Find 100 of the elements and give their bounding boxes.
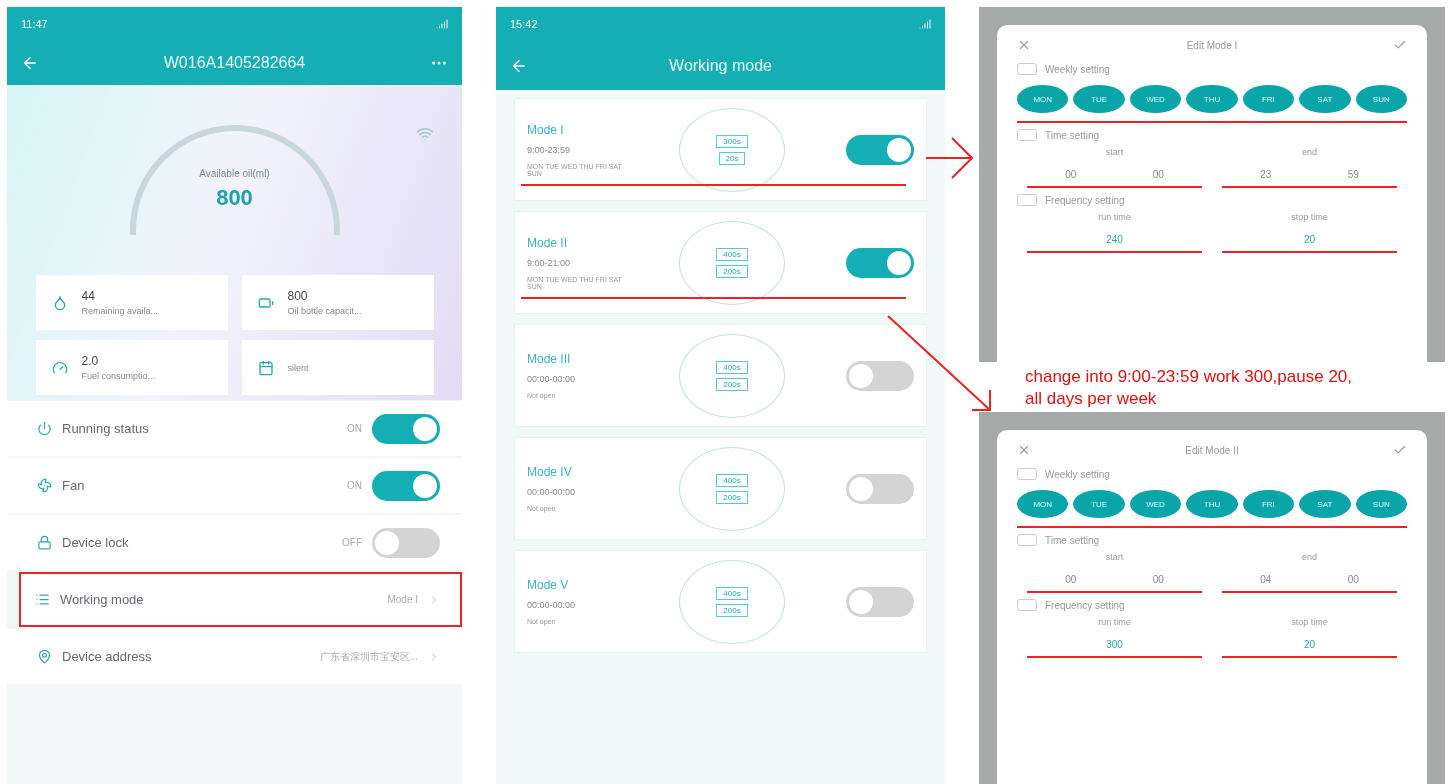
- stat-value: 44: [81, 289, 96, 303]
- toggle-switch[interactable]: [372, 413, 440, 444]
- mode-name: Mode II: [527, 235, 569, 250]
- stop-tag: 200s: [716, 490, 748, 504]
- day-chip[interactable]: MON: [1017, 490, 1069, 518]
- fan-icon: [37, 478, 52, 493]
- time-value[interactable]: 23: [1260, 169, 1272, 180]
- confirm-icon[interactable]: [1393, 443, 1407, 457]
- section-label: Frequency setting: [1045, 599, 1125, 611]
- time-value[interactable]: 04: [1260, 574, 1272, 585]
- run-time-label: run time: [1097, 617, 1132, 627]
- stat-label: Fuel consumptio...: [81, 371, 156, 381]
- toggle-switch[interactable]: [846, 247, 914, 278]
- run-tag: 400s: [716, 473, 748, 487]
- toggle-switch[interactable]: [372, 470, 440, 501]
- settings-row[interactable]: Device address 广东省深圳市宝安区...: [7, 629, 462, 684]
- stat-value: 2.0: [81, 354, 100, 368]
- mode-name: Mode V: [527, 578, 570, 592]
- mode-time: 00:00-00:00: [527, 600, 577, 610]
- toggle-switch[interactable]: [846, 473, 914, 504]
- stat-value: 800: [287, 289, 309, 303]
- settings-row[interactable]: Working mode Mode I: [19, 572, 462, 627]
- checkbox[interactable]: [1017, 194, 1037, 206]
- close-icon[interactable]: [1017, 443, 1031, 457]
- mode-name: Mode IV: [527, 465, 573, 479]
- annotation-note: change into 9:00-23:59 work 300,pause 20, all days per week: [1024, 366, 1354, 410]
- mode-name: Mode I: [527, 122, 565, 137]
- section-label: Time setting: [1045, 534, 1100, 546]
- checkbox[interactable]: [1017, 599, 1037, 611]
- mode-time: 00:00-00:00: [527, 487, 577, 497]
- toggle-switch[interactable]: [846, 360, 914, 391]
- day-chip[interactable]: THU: [1186, 85, 1238, 113]
- close-icon[interactable]: [1017, 38, 1031, 52]
- time-value[interactable]: 00: [1065, 169, 1077, 180]
- checkbox[interactable]: [1017, 129, 1037, 141]
- stat-label: Remaining availa...: [81, 306, 159, 316]
- map-pin-icon: [37, 649, 52, 664]
- day-chip[interactable]: TUE: [1073, 85, 1125, 113]
- time-value[interactable]: 59: [1347, 169, 1359, 180]
- run-tag: 400s: [716, 586, 748, 600]
- toggle-switch[interactable]: [846, 586, 914, 617]
- end-label: end: [1301, 552, 1318, 562]
- checkbox[interactable]: [1017, 534, 1037, 546]
- signal-icon: [919, 18, 931, 30]
- run-tag: 300s: [716, 134, 748, 148]
- confirm-icon[interactable]: [1393, 38, 1407, 52]
- day-chip[interactable]: SUN: [1355, 490, 1407, 518]
- settings-row[interactable]: Running status ON: [7, 401, 462, 456]
- lock-icon: [37, 535, 52, 550]
- day-chip[interactable]: WED: [1129, 490, 1182, 518]
- section-label: Weekly setting: [1045, 63, 1110, 75]
- day-chip[interactable]: SAT: [1299, 490, 1351, 518]
- gauge-label: Available oil(ml): [199, 167, 270, 179]
- gauge-icon: [51, 359, 68, 376]
- gauge-value: 800: [216, 184, 253, 211]
- time-value[interactable]: 00: [1347, 574, 1359, 585]
- mode-time: 00:00-00:00: [527, 374, 577, 384]
- settings-row[interactable]: Fan ON: [7, 458, 462, 513]
- stat-label: silent: [287, 362, 309, 373]
- settings-row[interactable]: Device lock OFF: [7, 515, 462, 570]
- toggle-switch[interactable]: [846, 134, 914, 165]
- day-chip[interactable]: MON: [1017, 85, 1069, 113]
- switch-state: ON: [347, 423, 362, 434]
- time-value[interactable]: 00: [1152, 169, 1164, 180]
- checkbox[interactable]: [1017, 63, 1037, 75]
- stop-time-value[interactable]: 20: [1303, 639, 1316, 650]
- list-icon: [35, 592, 50, 607]
- mode-time: 9:00-23:59: [527, 144, 572, 155]
- run-time-value[interactable]: 300: [1106, 639, 1123, 650]
- time-value[interactable]: 00: [1065, 574, 1077, 585]
- run-tag: 400s: [716, 247, 748, 261]
- day-chip[interactable]: THU: [1186, 490, 1238, 518]
- calendar-icon: [257, 359, 274, 376]
- stop-time-value[interactable]: 20: [1303, 234, 1316, 245]
- section-label: Weekly setting: [1045, 468, 1110, 480]
- toggle-switch[interactable]: [372, 527, 440, 558]
- row-value: 广东省深圳市宝安区...: [319, 649, 418, 664]
- section-label: Time setting: [1045, 129, 1100, 141]
- day-chip[interactable]: SAT: [1299, 85, 1351, 113]
- mode-name: Mode III: [527, 352, 572, 366]
- start-label: start: [1104, 552, 1125, 562]
- stop-tag: 200s: [716, 264, 748, 278]
- row-value: Mode I: [387, 594, 418, 605]
- annotation-arrow: [925, 137, 974, 179]
- day-chip[interactable]: FRI: [1242, 490, 1295, 518]
- day-chip[interactable]: SUN: [1355, 85, 1407, 113]
- mode-time: 9:00-21:00: [527, 257, 572, 268]
- day-chip[interactable]: TUE: [1073, 490, 1125, 518]
- day-chip[interactable]: WED: [1129, 85, 1182, 113]
- dialog-title: Edit Mode II: [1185, 444, 1239, 456]
- status-time: 11:47: [21, 18, 48, 30]
- back-icon[interactable]: [21, 54, 39, 72]
- run-time-value[interactable]: 240: [1106, 234, 1123, 245]
- dialog-title: Edit Mode I: [1186, 39, 1238, 51]
- time-value[interactable]: 00: [1152, 574, 1164, 585]
- stop-time-label: stop time: [1290, 212, 1329, 222]
- day-chip[interactable]: FRI: [1242, 85, 1295, 113]
- stop-time-label: stop time: [1290, 617, 1329, 627]
- checkbox[interactable]: [1017, 468, 1037, 480]
- run-tag: 400s: [716, 360, 748, 374]
